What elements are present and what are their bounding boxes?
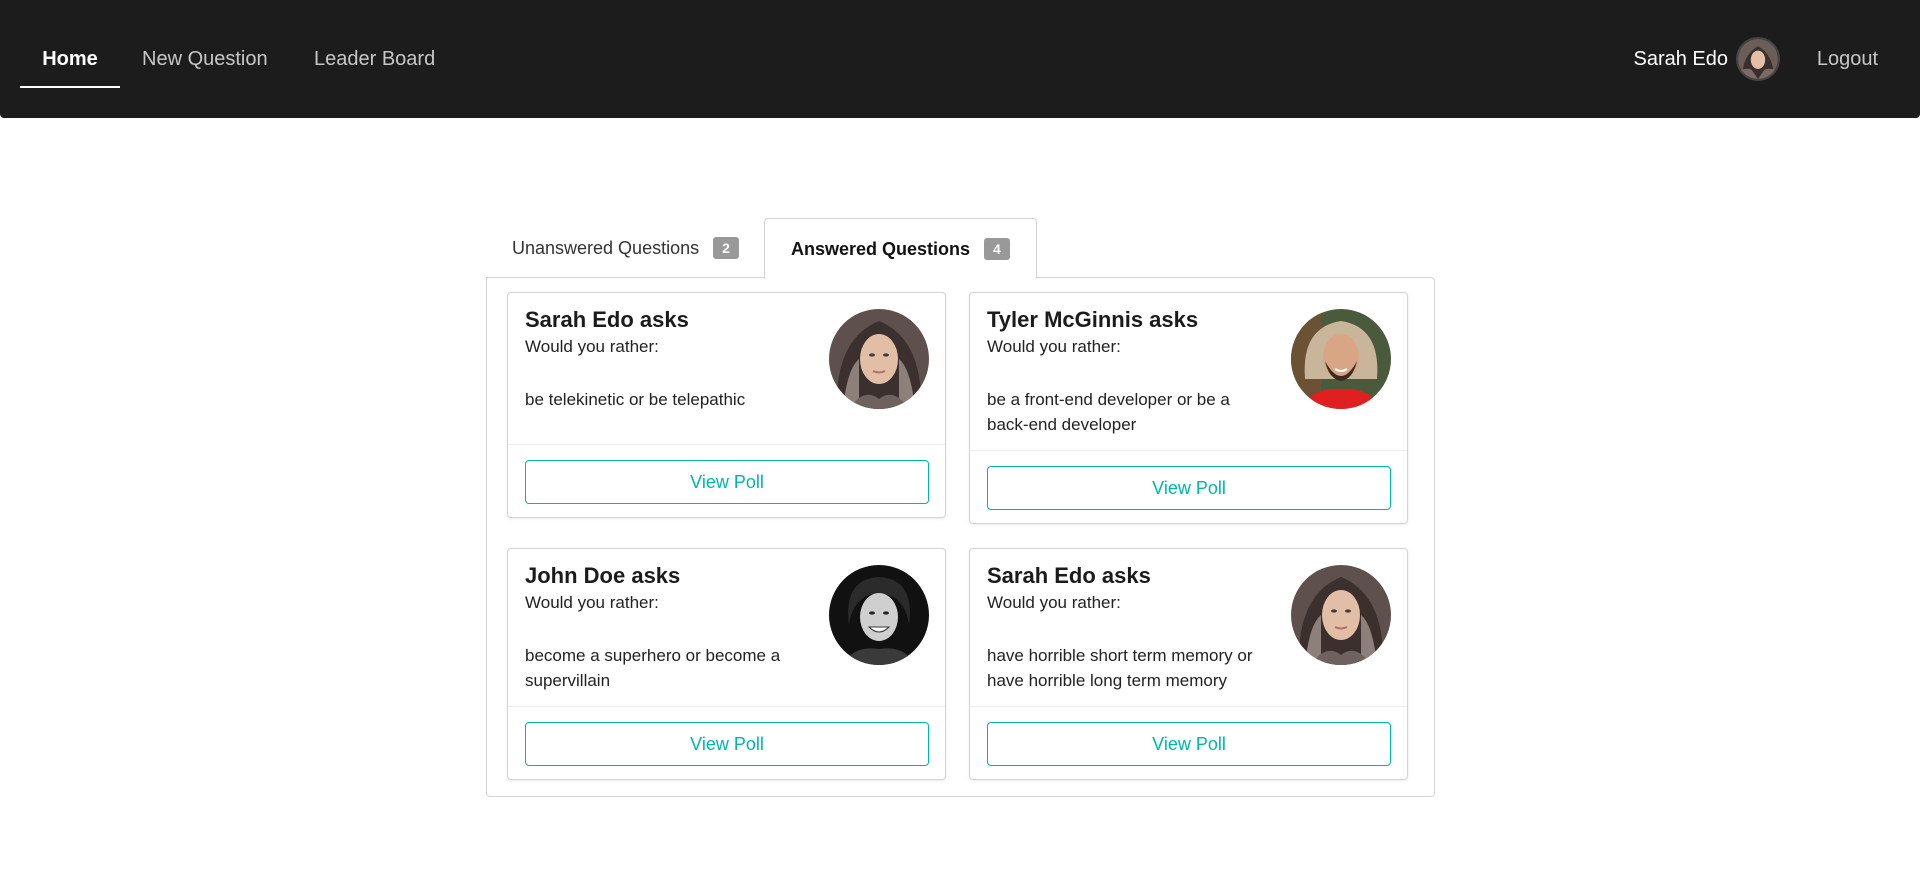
nav-home-label: Home — [42, 47, 98, 70]
nav-leader-board[interactable]: Leader Board — [314, 0, 435, 118]
card-divider — [508, 444, 945, 445]
question-card: Sarah Edo asks Would you rather: be tele… — [507, 292, 946, 518]
nav-new-question-label: New Question — [142, 47, 268, 70]
view-poll-button[interactable]: View Poll — [987, 466, 1391, 510]
current-user-name: Sarah Edo — [1633, 47, 1728, 70]
active-nav-underline — [20, 86, 120, 88]
nav-leader-board-label: Leader Board — [314, 47, 436, 70]
view-poll-button[interactable]: View Poll — [987, 722, 1391, 766]
view-poll-button[interactable]: View Poll — [525, 722, 929, 766]
question-author: Sarah Edo asks — [987, 563, 1151, 588]
card-divider — [508, 706, 945, 707]
question-author: Sarah Edo asks — [525, 307, 689, 332]
tab-unanswered-label: Unanswered Questions — [512, 237, 700, 258]
logout-label: Logout — [1816, 47, 1878, 70]
question-text: have horrible short term memory or have … — [987, 646, 1253, 690]
question-tabs: Unanswered Questions 2 Answered Question… — [486, 218, 1435, 279]
answered-questions-panel: Sarah Edo asks Would you rather: be tele… — [486, 277, 1435, 797]
question-author: John Doe asks — [525, 563, 681, 588]
card-divider — [970, 706, 1407, 707]
card-divider — [970, 450, 1407, 451]
question-prompt: Would you rather: — [987, 593, 1121, 612]
tyler-mcginnis-avatar — [1291, 309, 1391, 409]
question-author: Tyler McGinnis asks — [987, 307, 1199, 332]
top-navbar: Home New Question Leader Board Sarah Edo… — [0, 0, 1920, 118]
tab-unanswered-questions[interactable]: Unanswered Questions 2 — [486, 218, 765, 278]
question-card: Tyler McGinnis asks Would you rather: be… — [969, 292, 1408, 524]
current-user-avatar — [1736, 37, 1780, 81]
question-text: become a superhero or become a supervill… — [525, 646, 781, 690]
nav-new-question[interactable]: New Question — [142, 0, 268, 118]
question-text: be a front-end developer or be a back-en… — [987, 390, 1230, 434]
current-user: Sarah Edo — [1633, 0, 1780, 118]
sarah-edo-avatar — [1291, 565, 1391, 665]
unanswered-count-badge: 2 — [713, 237, 739, 259]
question-prompt: Would you rather: — [987, 337, 1121, 356]
logout-link[interactable]: Logout — [1817, 0, 1878, 118]
question-card: John Doe asks Would you rather: become a… — [507, 548, 946, 780]
john-doe-avatar — [829, 565, 929, 665]
nav-home[interactable]: Home — [20, 0, 120, 118]
question-prompt: Would you rather: — [525, 593, 659, 612]
view-poll-button[interactable]: View Poll — [525, 460, 929, 504]
question-prompt: Would you rather: — [525, 337, 659, 356]
tab-answered-questions[interactable]: Answered Questions 4 — [764, 218, 1037, 279]
answered-count-badge: 4 — [984, 238, 1010, 260]
question-card: Sarah Edo asks Would you rather: have ho… — [969, 548, 1408, 780]
sarah-edo-avatar — [829, 309, 929, 409]
tab-answered-label: Answered Questions — [791, 238, 971, 259]
question-text: be telekinetic or be telepathic — [525, 390, 746, 409]
